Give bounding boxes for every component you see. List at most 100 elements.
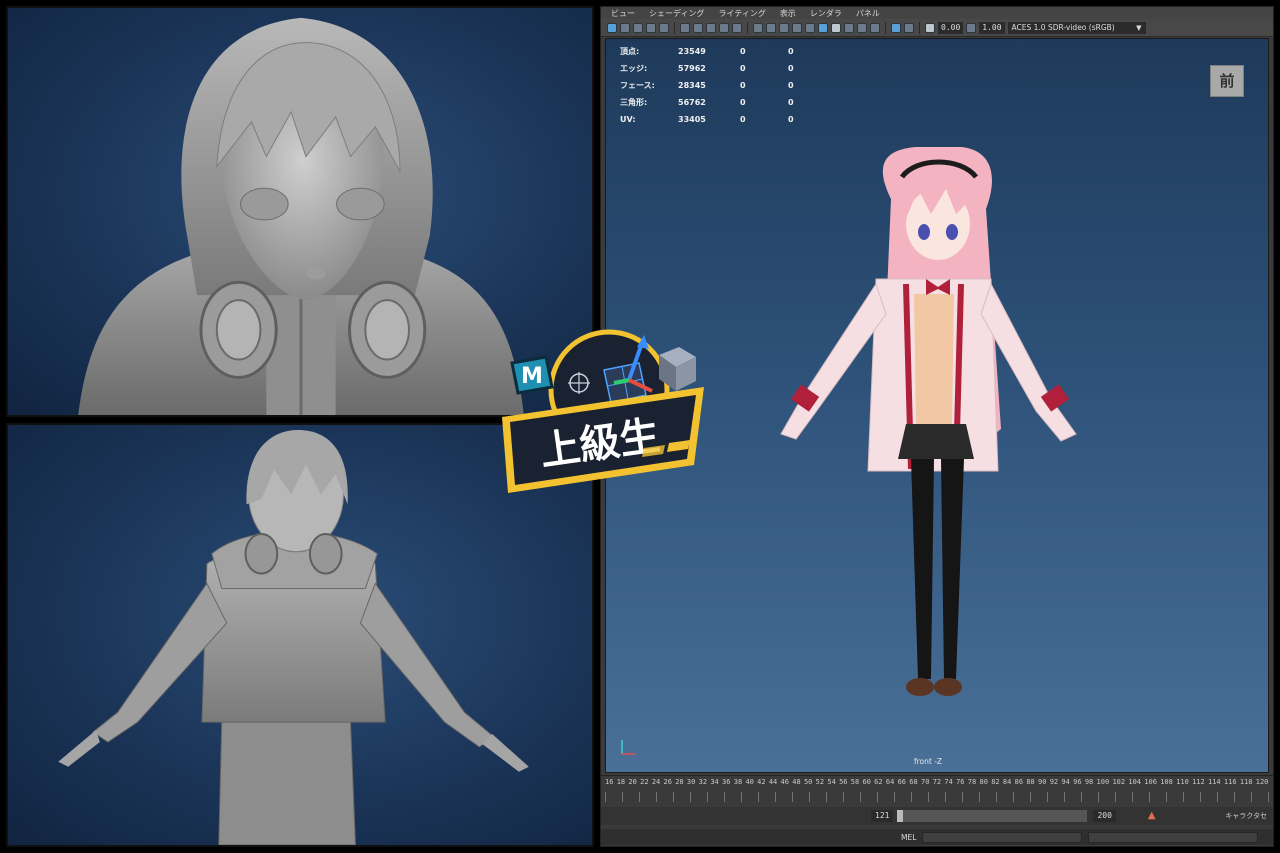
viewport-toolbar: 0.00 1.00 ACES 1.0 SDR-video (sRGB) ▼: [601, 19, 1273, 37]
right-shoe: [934, 678, 962, 696]
image-plane-icon[interactable]: [646, 22, 656, 33]
timeline-tick: 18: [616, 778, 626, 786]
xray-icon[interactable]: [904, 22, 914, 33]
ambient-occlusion-icon[interactable]: [831, 22, 841, 33]
timeline-tick: 102: [1112, 778, 1126, 786]
timeline-tick: 44: [768, 778, 778, 786]
skirt: [898, 424, 974, 459]
timeline-tick: 70: [920, 778, 930, 786]
timeline-tick: 24: [651, 778, 661, 786]
right-eye: [946, 224, 958, 240]
timeline-tick: 52: [815, 778, 825, 786]
viewport-menubar: ビュー シェーディング ライティング 表示 レンダラ パネル: [601, 7, 1273, 19]
menu-renderer[interactable]: レンダラ: [810, 8, 842, 19]
left-eye: [918, 224, 930, 240]
timeline-tick: 68: [909, 778, 918, 786]
field-chart-icon[interactable]: [719, 22, 729, 33]
timeline-tick: 30: [686, 778, 696, 786]
time-slider[interactable]: 16 18 20 22 24 26 28 30 32 34 36 38 40 42 44 46 48 50 52 54…: [601, 775, 1273, 805]
gamma-icon[interactable]: [966, 22, 977, 33]
menu-lighting[interactable]: ライティング: [718, 8, 765, 19]
menu-view[interactable]: ビュー: [611, 8, 635, 19]
timeline-ticks: 16 18 20 22 24 26 28 30 32 34 36 38 40 42 44 46 48 50 52 54…: [605, 778, 1269, 790]
gamma-field[interactable]: 1.00: [979, 21, 1005, 34]
camera-attributes-icon[interactable]: [620, 22, 630, 33]
color-space-value: ACES 1.0 SDR-video (sRGB): [1011, 22, 1115, 32]
menu-panels[interactable]: パネル: [856, 8, 880, 19]
motion-blur-icon[interactable]: [844, 22, 854, 33]
timeline-tick: 16: [605, 778, 614, 786]
range-slider[interactable]: [897, 810, 1088, 822]
timeline-tick: 46: [780, 778, 789, 786]
wireframe-icon[interactable]: [753, 22, 763, 33]
timeline-tick: 66: [897, 778, 907, 786]
safe-action-icon[interactable]: [732, 22, 742, 33]
timeline-tick: 74: [944, 778, 953, 786]
range-end-field[interactable]: 200: [1093, 810, 1116, 822]
film-gate-icon[interactable]: [680, 22, 690, 33]
timeline-tick: 80: [979, 778, 988, 786]
timeline-tick: 34: [710, 778, 719, 786]
timeline-tick: 98: [1084, 778, 1094, 786]
range-current-field[interactable]: 121: [871, 810, 894, 822]
timeline-tick: 48: [792, 778, 801, 786]
select-camera-icon[interactable]: [607, 22, 617, 33]
mel-label[interactable]: MEL: [901, 833, 916, 842]
timeline-tick: 82: [991, 778, 1000, 786]
gate-mask-icon[interactable]: [706, 22, 716, 33]
timeline-tick: 72: [932, 778, 942, 786]
axis-gizmo-icon: [621, 740, 636, 755]
right-leg: [941, 459, 964, 679]
bookmark-icon[interactable]: [633, 22, 643, 33]
timeline-tick: 104: [1128, 778, 1142, 786]
auto-key-icon[interactable]: ▲: [1148, 810, 1158, 822]
anti-alias-icon[interactable]: [857, 22, 867, 33]
lights-icon[interactable]: [805, 22, 815, 33]
timeline-tick: 92: [1049, 778, 1059, 786]
isolate-select-icon[interactable]: [891, 22, 901, 33]
left-leg: [911, 459, 934, 679]
toolbar-separator: [747, 21, 748, 34]
timeline-tick: 106: [1144, 778, 1157, 786]
resolution-gate-icon[interactable]: [693, 22, 703, 33]
timeline-tick: 112: [1192, 778, 1205, 786]
timeline-tick: 28: [675, 778, 684, 786]
character-set-label[interactable]: キャラクタセ: [1225, 811, 1267, 821]
timeline-tick: 76: [956, 778, 965, 786]
exposure-icon[interactable]: [925, 22, 935, 33]
menu-show[interactable]: 表示: [780, 8, 796, 19]
timeline-tick: 32: [698, 778, 708, 786]
toolbar-separator: [674, 21, 675, 34]
course-level-badge: M 上級生: [494, 325, 714, 500]
smooth-shade-icon[interactable]: [766, 22, 776, 33]
timeline-tick: 120: [1255, 778, 1269, 786]
timeline-tick: 60: [862, 778, 871, 786]
timeline-tick: 108: [1160, 778, 1173, 786]
timeline-tick: 36: [722, 778, 731, 786]
default-material-icon[interactable]: [779, 22, 789, 33]
timeline-tick: 62: [874, 778, 883, 786]
exposure-field[interactable]: 0.00: [938, 21, 964, 34]
depth-of-field-icon[interactable]: [870, 22, 880, 33]
toolbar-separator: [885, 21, 886, 34]
timeline-tick: 42: [757, 778, 766, 786]
command-input[interactable]: [922, 831, 1083, 843]
maya-logo-letter: M: [521, 364, 543, 389]
timeline-tick: 56: [839, 778, 848, 786]
range-slider-handle[interactable]: [897, 810, 904, 822]
timeline-tick: 96: [1073, 778, 1082, 786]
range-slider-bar: 121 200 ▲ キャラクタセ: [601, 807, 1273, 825]
timeline-tick: 54: [827, 778, 836, 786]
timeline-tick: 118: [1239, 778, 1253, 786]
timeline-tick: 58: [850, 778, 860, 786]
textured-icon[interactable]: [792, 22, 802, 33]
timeline-tick: 110: [1176, 778, 1189, 786]
timeline-tick: 94: [1061, 778, 1070, 786]
timeline-tick: 40: [745, 778, 754, 786]
timeline-tick: 26: [663, 778, 672, 786]
color-space-dropdown[interactable]: ACES 1.0 SDR-video (sRGB) ▼: [1007, 21, 1146, 34]
shadows-icon[interactable]: [818, 22, 828, 33]
timeline-marks: [605, 792, 1269, 802]
grid-icon[interactable]: [659, 22, 669, 33]
menu-shading[interactable]: シェーディング: [649, 8, 704, 19]
